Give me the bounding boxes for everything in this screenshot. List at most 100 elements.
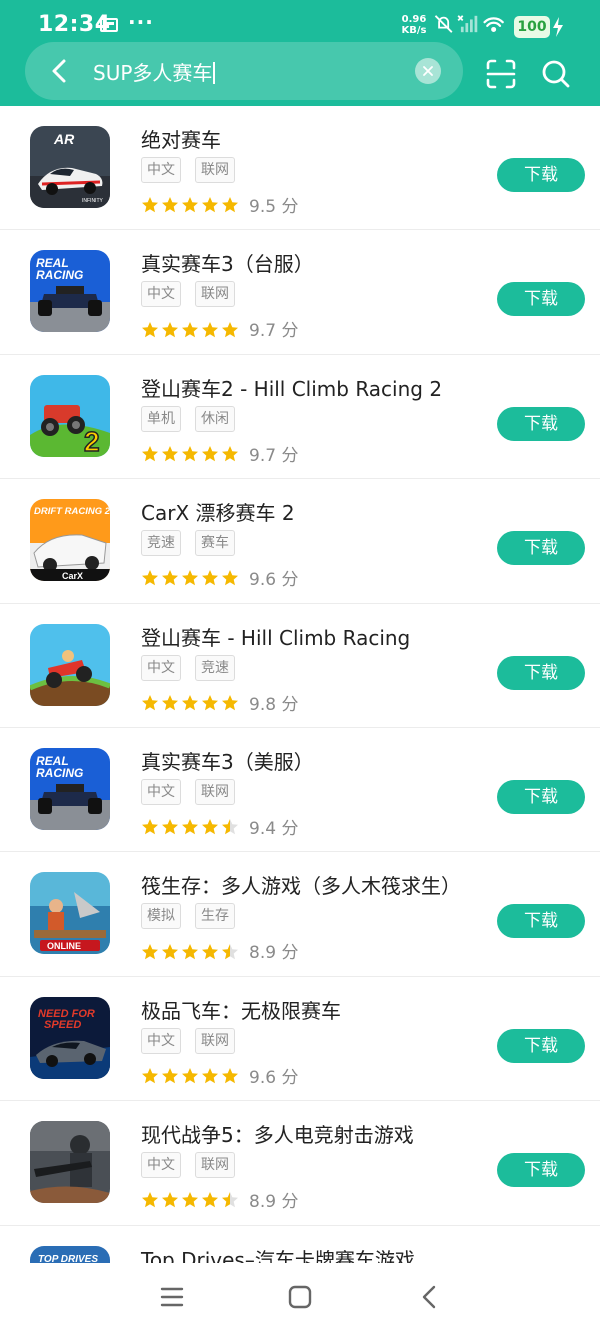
search-bar[interactable]: SUP多人赛车 [25, 42, 463, 100]
app-rating: 8.9 分 [141, 938, 298, 963]
search-results-list[interactable]: AR INFINITY 绝对赛车 中文 联网 9.5 分 下载 REAL RACI… [0, 106, 600, 1263]
download-button[interactable]: 下载 [497, 406, 585, 441]
list-item[interactable]: ONLINE 筏生存：多人游戏（多人木筏求生） 模拟 生存 8.9 分 下载 [0, 852, 600, 977]
list-item[interactable]: 2 登山赛车2 - Hill Climb Racing 2 单机 休闲 9.7 分… [0, 355, 600, 480]
app-tags: 单机 休闲 [141, 405, 249, 432]
star-icon [142, 197, 158, 213]
star-rating [141, 941, 241, 961]
download-button[interactable]: 下载 [497, 655, 585, 690]
asphalt-icon: AR INFINITY [30, 126, 110, 208]
hill-climb-2-icon: 2 [30, 374, 110, 457]
star-icon [182, 446, 198, 462]
search-query: SUP多人赛车 [93, 61, 213, 85]
app-rating: 9.6 分 [141, 565, 298, 590]
star-icon [162, 1192, 178, 1208]
app-name[interactable]: 现代战争5：多人电竞射击游戏 [141, 1119, 414, 1148]
list-item[interactable]: NEED FOR SPEED 极品飞车：无极限赛车 中文 联网 9.6 分 下载 [0, 977, 600, 1102]
app-name[interactable]: Top Drives–汽车卡牌赛车游戏 [141, 1244, 415, 1263]
search-input[interactable]: SUP多人赛车 [93, 57, 216, 86]
system-nav-bar [0, 1263, 600, 1333]
app-rating: 9.5 分 [141, 192, 298, 217]
top-drives-icon: TOP DRIVES [30, 1245, 110, 1263]
app-score: 8.9 分 [249, 943, 299, 964]
notification-icon [100, 18, 118, 32]
app-score: 9.7 分 [249, 321, 299, 342]
list-item[interactable]: REAL RACING 真实赛车3（台服） 中文 联网 9.7 分 下载 [0, 230, 600, 355]
back-arrow-icon[interactable] [45, 56, 75, 86]
mute-icon [434, 15, 453, 33]
app-name[interactable]: CarX 漂移赛车 2 [141, 497, 295, 526]
app-rating: 9.7 分 [141, 316, 298, 341]
list-item[interactable]: REAL RACING 真实赛车3（美服） 中文 联网 9.4 分 下载 [0, 728, 600, 853]
app-rating: 9.4 分 [141, 814, 298, 839]
top-drives-text: TOP DRIVES [38, 1254, 98, 1263]
app-name[interactable]: 登山赛车 - Hill Climb Racing [141, 622, 410, 651]
star-icon [182, 819, 198, 835]
scan-icon[interactable] [485, 58, 517, 90]
app-name[interactable]: 绝对赛车 [141, 124, 221, 153]
app-name[interactable]: 登山赛车2 - Hill Climb Racing 2 [141, 373, 442, 402]
download-button[interactable]: 下载 [497, 1153, 585, 1188]
app-tag: 竞速 [195, 654, 235, 681]
download-button[interactable]: 下载 [497, 1028, 585, 1063]
star-icon [202, 570, 218, 586]
list-item[interactable]: 登山赛车 - Hill Climb Racing 中文 竞速 9.8 分 下载 [0, 604, 600, 728]
status-bar: 12:34 ··· 0.96 KB/s 100 [0, 0, 600, 42]
download-button[interactable]: 下载 [497, 904, 585, 939]
app-name[interactable]: 真实赛车3（美服） [141, 746, 314, 775]
star-icon [222, 1192, 238, 1208]
app-name[interactable]: 极品飞车：无极限赛车 [141, 995, 341, 1024]
back-icon[interactable] [418, 1285, 442, 1309]
star-icon [182, 943, 198, 959]
star-icon [222, 197, 238, 213]
star-icon [182, 197, 198, 213]
list-item[interactable]: DRIFT RACING 2 CarX CarX 漂移赛车 2 竞速 赛车 9.6… [0, 479, 600, 604]
star-rating [141, 1190, 241, 1210]
star-icon [222, 1067, 238, 1084]
download-button[interactable]: 下载 [497, 531, 585, 566]
menu-icon[interactable] [160, 1285, 184, 1309]
search-icon[interactable] [541, 58, 571, 90]
drift-text: DRIFT RACING 2 [34, 506, 110, 517]
home-icon[interactable] [288, 1285, 312, 1309]
app-tag: 中文 [141, 281, 181, 308]
network-speed: 0.96 KB/s [400, 14, 428, 36]
star-icon [182, 1192, 198, 1208]
app-tags: 中文 竞速 [141, 654, 249, 681]
star-icon [142, 943, 158, 959]
star-icon [202, 819, 218, 835]
list-item[interactable]: 现代战争5：多人电竞射击游戏 中文 联网 8.9 分 下载 [0, 1101, 600, 1226]
app-tag: 竞速 [141, 530, 181, 557]
app-score: 9.6 分 [249, 1067, 299, 1088]
hill-2-text: 2 [84, 426, 100, 457]
clear-search-button[interactable] [415, 58, 441, 84]
star-icon [202, 1192, 218, 1208]
hill-climb-icon [30, 623, 110, 706]
app-tag: 中文 [141, 778, 181, 805]
star-icon [182, 694, 198, 711]
list-item[interactable]: TOP DRIVES Top Drives–汽车卡牌赛车游戏 [0, 1226, 600, 1263]
list-item[interactable]: AR INFINITY 绝对赛车 中文 联网 9.5 分 下载 [0, 106, 600, 231]
star-icon [202, 197, 218, 213]
app-tags: 中文 联网 [141, 1027, 249, 1054]
download-button[interactable]: 下载 [497, 779, 585, 814]
app-tags: 竞速 赛车 [141, 530, 249, 557]
app-score: 9.8 分 [249, 694, 299, 715]
app-tag: 中文 [141, 157, 181, 183]
app-rating: 9.7 分 [141, 441, 298, 466]
star-icon [202, 1067, 218, 1084]
network-speed-value: 0.96 [401, 14, 427, 25]
app-tag: 生存 [195, 903, 235, 930]
download-button[interactable]: 下载 [497, 282, 585, 317]
app-name[interactable]: 筏生存：多人游戏（多人木筏求生） [141, 870, 461, 899]
more-notifications-icon: ··· [128, 10, 154, 34]
star-icon [162, 694, 178, 711]
app-tags: 中文 联网 [141, 778, 249, 805]
charging-icon [553, 17, 563, 37]
app-name[interactable]: 真实赛车3（台服） [141, 248, 314, 277]
download-button[interactable]: 下载 [497, 158, 585, 192]
star-icon [182, 321, 198, 337]
app-tag: 模拟 [141, 903, 181, 930]
wifi-icon [483, 17, 504, 32]
star-icon [162, 943, 178, 959]
